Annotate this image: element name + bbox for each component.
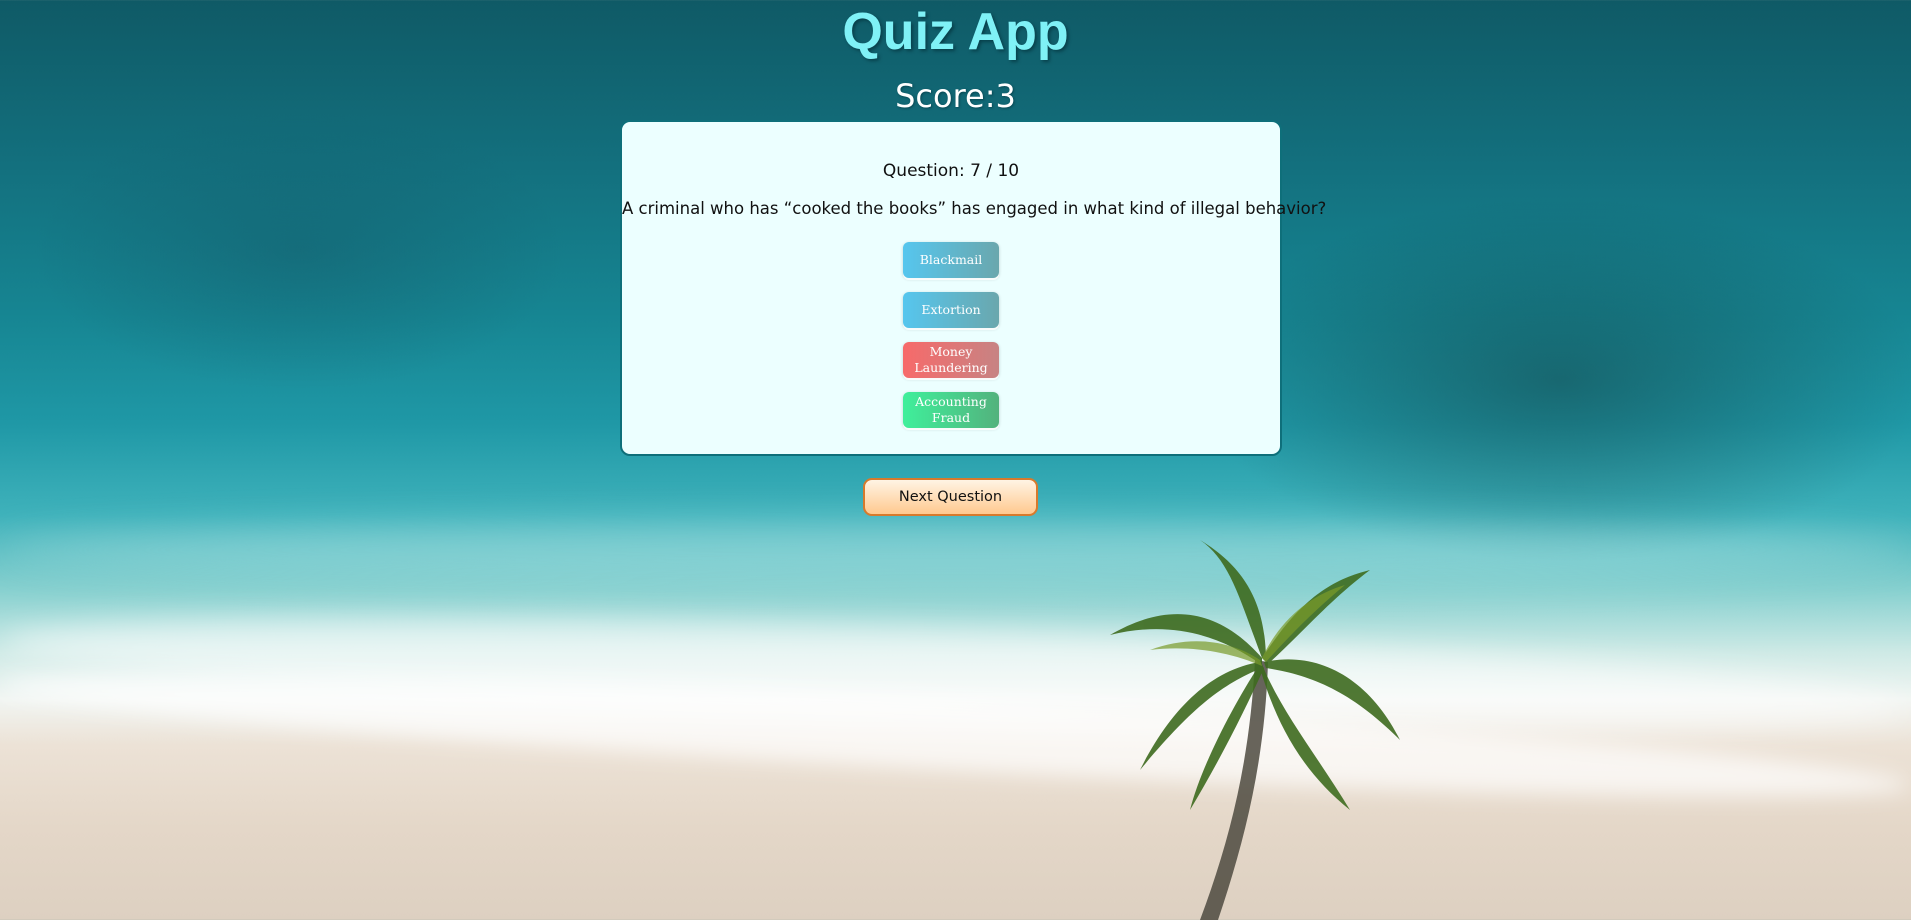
score-display: Score:3: [0, 76, 1911, 116]
question-progress: Question: 7 / 10: [882, 161, 1020, 181]
background-wave: [0, 596, 1911, 754]
answer-button-money-laundering[interactable]: Money Laundering: [903, 342, 999, 378]
score-label: Score:: [895, 77, 996, 115]
answer-button-extortion[interactable]: Extortion: [903, 292, 999, 328]
app-title: Quiz App: [842, 3, 1069, 61]
palm-tree-decoration: [1110, 540, 1400, 920]
next-question-button[interactable]: Next Question: [863, 478, 1038, 516]
question-text: A criminal who has “cooked the books” ha…: [622, 199, 1327, 218]
score-value: 3: [995, 77, 1016, 115]
background-wave: [0, 650, 1911, 820]
answer-button-blackmail[interactable]: Blackmail: [903, 242, 999, 278]
answer-button-accounting-fraud[interactable]: Accounting Fraud: [903, 392, 999, 428]
answer-list: Blackmail Extortion Money Laundering Acc…: [622, 242, 1280, 428]
background-wave: [0, 520, 1911, 580]
quiz-card: Question: 7 / 10 A criminal who has “coo…: [620, 120, 1327, 456]
